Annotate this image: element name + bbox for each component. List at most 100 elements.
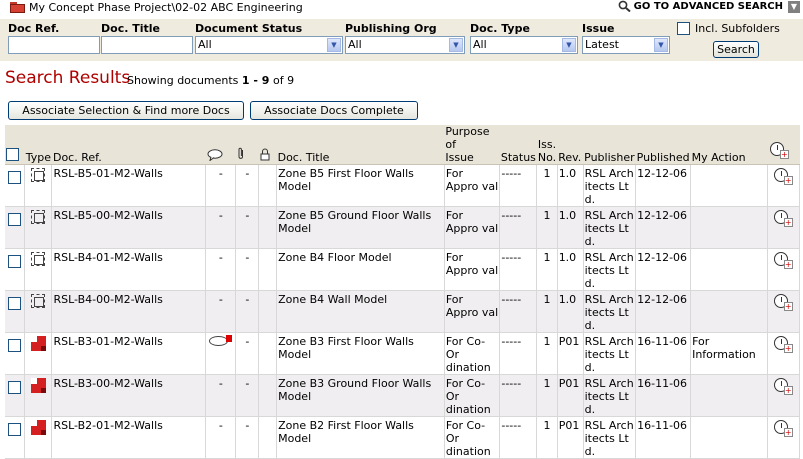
row-checkbox[interactable] [8, 255, 22, 268]
publishing-org-select[interactable]: All ▼ [345, 36, 465, 54]
doc-type-select[interactable]: All ▼ [470, 36, 578, 54]
doc-ref-cell[interactable]: RSL-B4-01-M2-Walls [51, 248, 207, 291]
clock-plus-icon[interactable]: + [773, 293, 795, 313]
clock-plus-icon[interactable]: + [773, 209, 795, 229]
doc-title-input[interactable] [101, 36, 193, 54]
doc-ref-cell[interactable]: RSL-B2-01-M2-Walls [51, 416, 207, 459]
doc-title-cell: Zone B2 First Floor Walls Model [276, 416, 445, 459]
table-row[interactable]: RSL-B2-01-M2-Walls - - Zone B2 First Floor … [5, 416, 800, 459]
clock-plus-icon[interactable]: + [773, 335, 795, 355]
model-file-icon [31, 168, 46, 182]
comment-value: - [218, 377, 223, 390]
doc-title-cell: Zone B3 Ground Floor Walls Model [276, 374, 445, 417]
table-row[interactable]: RSL-B5-01-M2-Walls - - Zone B5 First Floor … [5, 164, 800, 207]
col-iss-line2: No. [537, 151, 557, 164]
results-table: Type Doc. Ref. Doc. Title Purpose of Issu… [5, 125, 800, 459]
col-doc-ref[interactable]: Doc. Ref. [51, 125, 206, 165]
col-type[interactable]: Type [24, 125, 52, 165]
search-button[interactable]: Search [713, 41, 759, 58]
publisher-cell: RSL Arch itects Lt d. [583, 164, 637, 207]
doc-ref-cell[interactable]: RSL-B4-00-M2-Walls [51, 290, 207, 333]
table-row[interactable]: RSL-B3-01-M2-Walls - Zone B3 First Floor W… [5, 332, 800, 375]
clock-plus-icon[interactable]: + [773, 167, 795, 187]
iss-no-cell: 1 [536, 164, 558, 207]
include-subfolders: Incl. Subfolders [677, 22, 780, 35]
include-subfolders-checkbox[interactable] [677, 22, 690, 35]
publisher-cell: RSL Arch itects Lt d. [583, 416, 637, 459]
clock-plus-icon[interactable]: + [773, 377, 795, 397]
col-doc-title[interactable]: Doc. Title [276, 125, 445, 165]
table-row[interactable]: RSL-B3-00-M2-Walls - - Zone B3 Ground Floor… [5, 374, 800, 417]
purpose-cell: For Co-Or dination [444, 374, 501, 417]
table-header: Type Doc. Ref. Doc. Title Purpose of Issu… [5, 125, 800, 165]
status-cell: ----- [499, 248, 538, 291]
col-rev[interactable]: Rev. [557, 125, 584, 165]
clock-plus-icon[interactable]: + [773, 251, 795, 271]
comment-value: - [218, 251, 223, 264]
clock-plus-icon[interactable]: + [769, 141, 791, 161]
row-select-cell [5, 164, 26, 207]
associate-complete-button[interactable]: Associate Docs Complete [250, 101, 418, 120]
lock-cell [258, 206, 278, 249]
comment-value: - [218, 167, 223, 180]
drawing-file-icon [30, 378, 46, 393]
doc-ref-cell[interactable]: RSL-B5-01-M2-Walls [51, 164, 207, 207]
lock-cell [258, 164, 278, 207]
type-cell [24, 248, 53, 291]
doc-ref-cell[interactable]: RSL-B3-01-M2-Walls [51, 332, 207, 375]
col-iss-no[interactable]: Iss. No. [536, 125, 558, 165]
model-file-icon [31, 294, 46, 308]
doc-status-value: All [198, 38, 212, 51]
published-cell: 16-11-06 [635, 374, 692, 417]
advanced-search-link[interactable]: GO TO ADVANCED SEARCH [618, 0, 783, 12]
col-my-action[interactable]: My Action [690, 125, 768, 165]
select-all-checkbox[interactable] [6, 148, 19, 161]
purpose-cell: For Appro val [444, 248, 501, 291]
chevron-down-icon[interactable]: ▼ [788, 1, 800, 13]
type-cell [24, 164, 53, 207]
row-checkbox[interactable] [8, 423, 22, 436]
row-checkbox[interactable] [8, 171, 22, 184]
doc-title-cell: Zone B5 Ground Floor Walls Model [276, 206, 445, 249]
doc-status-select[interactable]: All ▼ [195, 36, 343, 54]
table-row[interactable]: RSL-B4-00-M2-Walls - - Zone B4 Wall Model Fo… [5, 290, 800, 333]
comment-cell: - [205, 374, 237, 417]
type-cell [24, 206, 53, 249]
breadcrumb[interactable]: My Concept Phase Project\02-02 ABC Engin… [29, 1, 303, 14]
chevron-down-icon: ▼ [449, 38, 463, 52]
table-row[interactable]: RSL-B5-00-M2-Walls - - Zone B5 Ground Floor… [5, 206, 800, 249]
attachment-cell: - [235, 416, 260, 459]
comment-value: - [218, 419, 223, 432]
col-purpose[interactable]: Purpose of Issue [444, 125, 500, 165]
iss-no-cell: 1 [536, 290, 558, 333]
associate-find-button[interactable]: Associate Selection & Find more Docs [8, 101, 244, 120]
history-cell: + [767, 374, 800, 417]
doc-ref-cell[interactable]: RSL-B5-00-M2-Walls [51, 206, 207, 249]
col-published[interactable]: Published [635, 125, 691, 165]
doc-type-value: All [473, 38, 487, 51]
model-file-icon [31, 210, 46, 224]
col-publisher[interactable]: Publisher [583, 125, 636, 165]
history-cell: + [767, 416, 800, 459]
col-status[interactable]: Status [499, 125, 537, 165]
row-checkbox[interactable] [8, 297, 22, 310]
doc-ref-cell[interactable]: RSL-B3-00-M2-Walls [51, 374, 207, 417]
lock-cell [258, 332, 278, 375]
comment-alert-icon[interactable] [208, 335, 234, 351]
my-action-cell [690, 416, 769, 459]
doc-ref-input[interactable] [8, 36, 100, 54]
row-select-cell [5, 290, 26, 333]
rev-cell: 1.0 [557, 248, 584, 291]
row-checkbox[interactable] [8, 339, 22, 352]
row-checkbox[interactable] [8, 381, 22, 394]
clock-plus-icon[interactable]: + [773, 419, 795, 439]
select-all-header [5, 125, 25, 165]
lock-cell [258, 416, 278, 459]
table-row[interactable]: RSL-B4-01-M2-Walls - - Zone B4 Floor Model F… [5, 248, 800, 291]
row-select-cell [5, 248, 26, 291]
row-checkbox[interactable] [8, 213, 22, 226]
iss-no-cell: 1 [536, 416, 558, 459]
issue-select[interactable]: Latest ▼ [582, 36, 670, 54]
status-cell: ----- [499, 332, 538, 375]
type-cell [24, 416, 53, 459]
